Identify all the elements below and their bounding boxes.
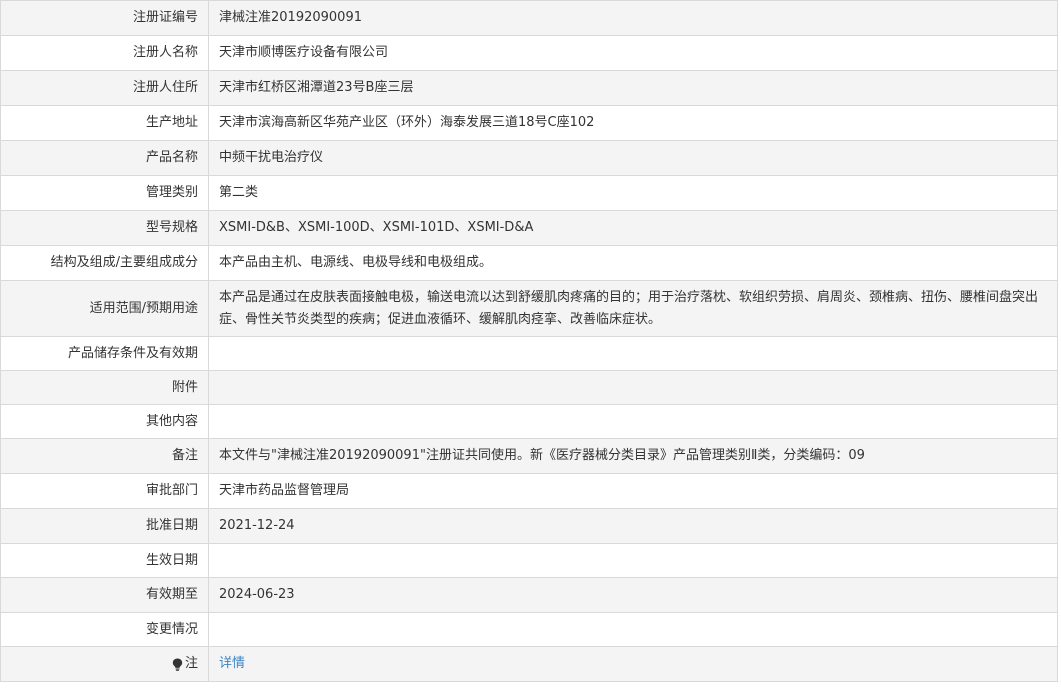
- note-label: 注: [1, 647, 209, 681]
- row-label: 型号规格: [1, 211, 209, 245]
- row-label: 生产地址: [1, 106, 209, 140]
- table-row-other-content: 其他内容: [1, 405, 1058, 439]
- row-value: 津械注准20192090091: [209, 1, 1058, 35]
- table-row-attachments: 附件: [1, 371, 1058, 405]
- registration-info-table: 注册证编号 津械注准20192090091 注册人名称 天津市顺博医疗设备有限公…: [0, 0, 1058, 682]
- row-label: 变更情况: [1, 613, 209, 646]
- row-label: 适用范围/预期用途: [1, 281, 209, 336]
- row-value: 天津市红桥区湘潭道23号B座三层: [209, 71, 1058, 105]
- table-row-change-status: 变更情况: [1, 613, 1058, 647]
- table-row-effective-date: 生效日期: [1, 544, 1058, 578]
- table-row-management-category: 管理类别 第二类: [1, 176, 1058, 211]
- table-row-product-name: 产品名称 中频干扰电治疗仪: [1, 141, 1058, 176]
- table-row-registrant-address: 注册人住所 天津市红桥区湘潭道23号B座三层: [1, 71, 1058, 106]
- row-value: [209, 613, 1058, 646]
- row-value: 天津市药品监督管理局: [209, 474, 1058, 508]
- row-label: 批准日期: [1, 509, 209, 543]
- row-value: XSMI-D&B、XSMI-100D、XSMI-101D、XSMI-D&A: [209, 211, 1058, 245]
- table-row-approval-date: 批准日期 2021-12-24: [1, 509, 1058, 544]
- row-value: 天津市滨海高新区华苑产业区（环外）海泰发展三道18号C座102: [209, 106, 1058, 140]
- row-value: 本文件与"津械注准20192090091"注册证共同使用。新《医疗器械分类目录》…: [209, 439, 1058, 473]
- row-value: [209, 405, 1058, 438]
- details-link[interactable]: 详情: [219, 654, 245, 674]
- row-label: 有效期至: [1, 578, 209, 612]
- table-row-registrant-name: 注册人名称 天津市顺博医疗设备有限公司: [1, 36, 1058, 71]
- row-label: 注册人住所: [1, 71, 209, 105]
- row-value: [209, 371, 1058, 404]
- note-value: 详情: [209, 647, 1058, 681]
- row-value: [209, 544, 1058, 577]
- row-label: 结构及组成/主要组成成分: [1, 246, 209, 280]
- row-label: 审批部门: [1, 474, 209, 508]
- table-row-remarks: 备注 本文件与"津械注准20192090091"注册证共同使用。新《医疗器械分类…: [1, 439, 1058, 474]
- lightbulb-icon: [172, 658, 183, 671]
- table-row-approval-department: 审批部门 天津市药品监督管理局: [1, 474, 1058, 509]
- row-label: 产品储存条件及有效期: [1, 337, 209, 370]
- row-label: 管理类别: [1, 176, 209, 210]
- row-label: 注册证编号: [1, 1, 209, 35]
- note-label-text: 注: [184, 656, 198, 671]
- row-label: 附件: [1, 371, 209, 404]
- row-label: 产品名称: [1, 141, 209, 175]
- row-value: 本产品是通过在皮肤表面接触电极，输送电流以达到舒缓肌肉疼痛的目的；用于治疗落枕、…: [209, 281, 1058, 336]
- row-value: 第二类: [209, 176, 1058, 210]
- row-value: 2021-12-24: [209, 509, 1058, 543]
- table-row-valid-until: 有效期至 2024-06-23: [1, 578, 1058, 613]
- row-label: 备注: [1, 439, 209, 473]
- row-value: 2024-06-23: [209, 578, 1058, 612]
- row-label: 注册人名称: [1, 36, 209, 70]
- table-row-structure-composition: 结构及组成/主要组成成分 本产品由主机、电源线、电极导线和电极组成。: [1, 246, 1058, 281]
- row-value: 天津市顺博医疗设备有限公司: [209, 36, 1058, 70]
- row-label: 其他内容: [1, 405, 209, 438]
- row-value: 本产品由主机、电源线、电极导线和电极组成。: [209, 246, 1058, 280]
- table-row-model-spec: 型号规格 XSMI-D&B、XSMI-100D、XSMI-101D、XSMI-D…: [1, 211, 1058, 246]
- table-row-note: 注 详情: [1, 647, 1058, 682]
- row-value: 中频干扰电治疗仪: [209, 141, 1058, 175]
- table-row-intended-use: 适用范围/预期用途 本产品是通过在皮肤表面接触电极，输送电流以达到舒缓肌肉疼痛的…: [1, 281, 1058, 337]
- row-label: 生效日期: [1, 544, 209, 577]
- table-row-registration-number: 注册证编号 津械注准20192090091: [1, 1, 1058, 36]
- table-row-storage-conditions: 产品储存条件及有效期: [1, 337, 1058, 371]
- table-row-production-address: 生产地址 天津市滨海高新区华苑产业区（环外）海泰发展三道18号C座102: [1, 106, 1058, 141]
- row-value: [209, 337, 1058, 370]
